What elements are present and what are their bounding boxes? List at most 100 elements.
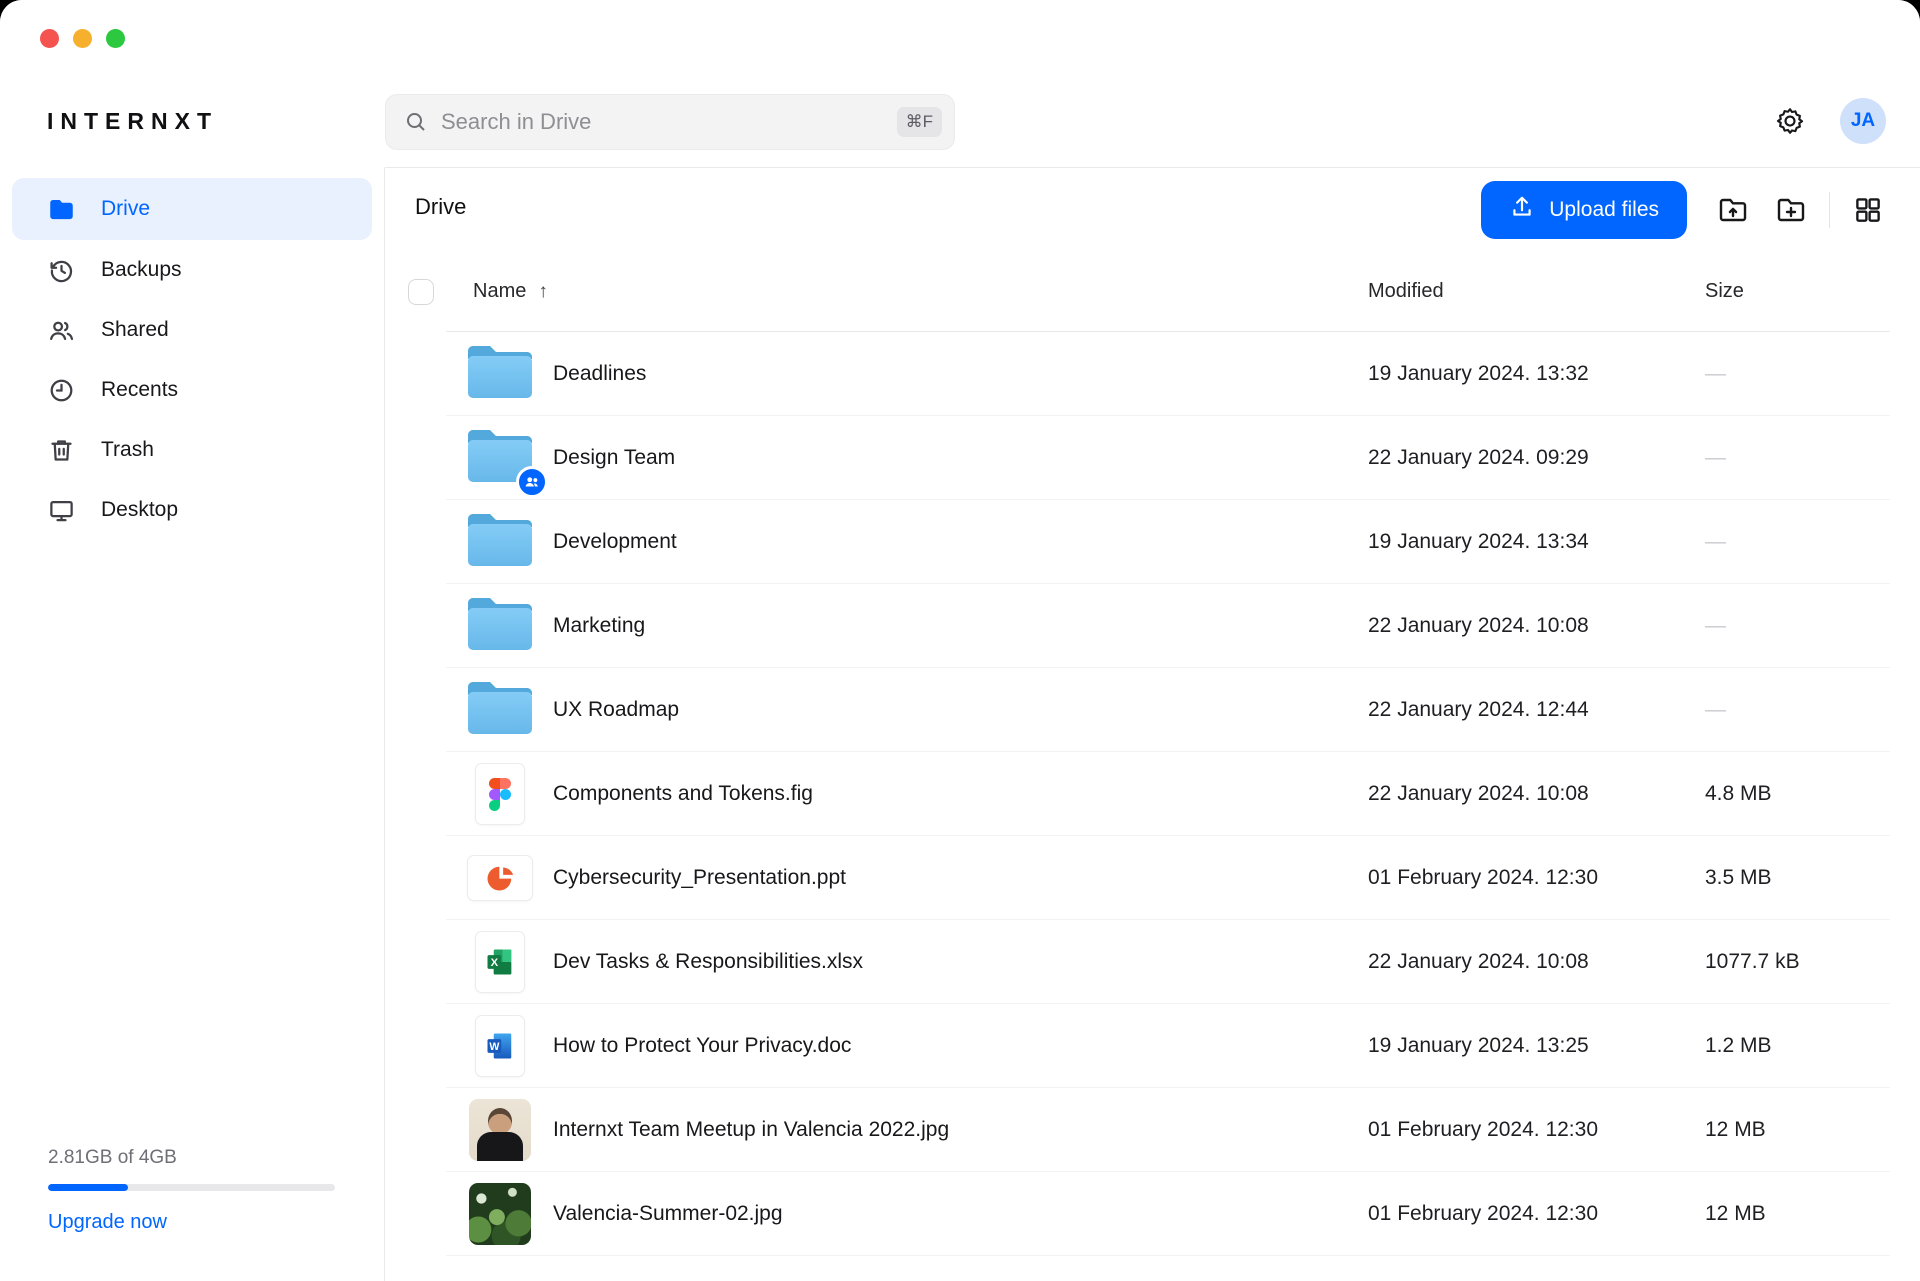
file-name: Design Team (553, 446, 675, 470)
table-row[interactable]: W How to Protect Your Privacy.doc 19 Jan… (408, 1004, 1890, 1088)
table-row[interactable]: Marketing 22 January 2024. 10:08 — (408, 584, 1890, 668)
table-row[interactable]: Components and Tokens.fig 22 January 202… (408, 752, 1890, 836)
page-title: Drive (415, 194, 466, 220)
settings-gear-icon[interactable] (1768, 99, 1812, 143)
table-row[interactable]: UX Roadmap 22 January 2024. 12:44 — (408, 668, 1890, 752)
sidebar-item-backups[interactable]: Backups (12, 240, 372, 300)
file-size: 12 MB (1705, 1118, 1766, 1142)
file-modified: 19 January 2024. 13:25 (1368, 1034, 1589, 1058)
column-header-size[interactable]: Size (1705, 280, 1744, 303)
file-size: — (1705, 614, 1726, 638)
table-row[interactable]: Deadlines 19 January 2024. 13:32 — (408, 332, 1890, 416)
file-size: — (1705, 530, 1726, 554)
table-row[interactable]: Internxt Team Meetup in Valencia 2022.jp… (408, 1088, 1890, 1172)
file-size: 4.8 MB (1705, 782, 1772, 806)
upload-files-button[interactable]: Upload files (1481, 181, 1687, 239)
file-size: — (1705, 698, 1726, 722)
excel-file-icon: X (475, 931, 525, 993)
internxt-logo: INTERNXT (47, 108, 218, 135)
file-modified: 01 February 2024. 12:30 (1368, 1118, 1598, 1142)
file-size: 1.2 MB (1705, 1034, 1772, 1058)
sidebar-item-label: Shared (101, 318, 169, 342)
clock-icon (48, 377, 75, 404)
column-header-modified[interactable]: Modified (1368, 280, 1444, 303)
history-icon (48, 257, 75, 284)
word-file-icon: W (475, 1015, 525, 1077)
folder-icon (464, 511, 536, 574)
file-name: Cybersecurity_Presentation.ppt (553, 866, 846, 890)
people-icon (48, 317, 75, 344)
sidebar-item-label: Desktop (101, 498, 178, 522)
new-folder-icon[interactable] (1769, 188, 1813, 232)
minimize-window-button[interactable] (73, 29, 92, 48)
sidebar-item-trash[interactable]: Trash (12, 420, 372, 480)
search-icon (402, 109, 429, 136)
powerpoint-file-icon (467, 855, 533, 901)
file-modified: 19 January 2024. 13:34 (1368, 530, 1589, 554)
file-name: Components and Tokens.fig (553, 782, 813, 806)
sidebar-item-label: Recents (101, 378, 178, 402)
file-modified: 22 January 2024. 10:08 (1368, 614, 1589, 638)
sort-ascending-icon: ↑ (538, 281, 548, 303)
close-window-button[interactable] (40, 29, 59, 48)
file-name: Valencia-Summer-02.jpg (553, 1202, 783, 1226)
file-modified: 01 February 2024. 12:30 (1368, 1202, 1598, 1226)
main-content: Drive Upload files (386, 167, 1920, 1281)
shared-folder-icon (464, 427, 536, 490)
desktop-icon (48, 497, 75, 524)
upload-folder-icon[interactable] (1711, 188, 1755, 232)
file-modified: 01 February 2024. 12:30 (1368, 866, 1598, 890)
search-placeholder: Search in Drive (441, 109, 897, 135)
file-modified: 19 January 2024. 13:32 (1368, 362, 1589, 386)
file-name: How to Protect Your Privacy.doc (553, 1034, 851, 1058)
file-modified: 22 January 2024. 09:29 (1368, 446, 1589, 470)
table-row[interactable]: X Dev Tasks & Responsibilities.xlsx 22 J… (408, 920, 1890, 1004)
zoom-window-button[interactable] (106, 29, 125, 48)
file-table: Name ↑ Modified Size Deadlines 19 Januar… (408, 252, 1890, 1256)
file-name: Marketing (553, 614, 645, 638)
table-row[interactable]: Cybersecurity_Presentation.ppt 01 Februa… (408, 836, 1890, 920)
sidebar: Drive Backups Shared Recents Trash Deskt… (0, 167, 385, 1281)
file-name: Internxt Team Meetup in Valencia 2022.jp… (553, 1118, 949, 1142)
column-header-name[interactable]: Name ↑ (473, 280, 548, 303)
grid-view-icon[interactable] (1846, 188, 1890, 232)
folder-icon (464, 679, 536, 742)
trash-icon (48, 437, 75, 464)
window-controls (40, 29, 125, 48)
photo-thumbnail (469, 1099, 531, 1161)
app-window: INTERNXT Search in Drive ⌘F JA Drive (0, 0, 1920, 1281)
select-all-checkbox[interactable] (408, 279, 434, 305)
upgrade-now-link[interactable]: Upgrade now (48, 1211, 167, 1234)
upload-icon (1509, 194, 1535, 226)
svg-text:W: W (489, 1041, 499, 1053)
file-size: 12 MB (1705, 1202, 1766, 1226)
avatar[interactable]: JA (1840, 98, 1886, 144)
storage-widget: 2.81GB of 4GB Upgrade now (48, 1147, 335, 1234)
sidebar-item-desktop[interactable]: Desktop (12, 480, 372, 540)
table-header: Name ↑ Modified Size (408, 252, 1890, 332)
folder-icon (464, 343, 536, 406)
file-name: Deadlines (553, 362, 646, 386)
search-input[interactable]: Search in Drive ⌘F (385, 94, 955, 150)
folder-icon (464, 595, 536, 658)
svg-text:X: X (491, 957, 499, 969)
shared-users-badge (516, 466, 548, 498)
file-name: Development (553, 530, 677, 554)
upload-files-label: Upload files (1549, 198, 1659, 222)
table-row[interactable]: Design Team 22 January 2024. 09:29 — (408, 416, 1890, 500)
figma-file-icon (475, 763, 525, 825)
sidebar-item-shared[interactable]: Shared (12, 300, 372, 360)
file-size: — (1705, 362, 1726, 386)
sidebar-item-recents[interactable]: Recents (12, 360, 372, 420)
file-name: Dev Tasks & Responsibilities.xlsx (553, 950, 863, 974)
file-modified: 22 January 2024. 12:44 (1368, 698, 1589, 722)
sidebar-item-drive[interactable]: Drive (12, 178, 372, 240)
file-size: 1077.7 kB (1705, 950, 1800, 974)
sidebar-item-label: Drive (101, 197, 150, 221)
top-bar: INTERNXT Search in Drive ⌘F JA (0, 0, 1920, 167)
file-modified: 22 January 2024. 10:08 (1368, 782, 1589, 806)
table-row[interactable]: Valencia-Summer-02.jpg 01 February 2024.… (408, 1172, 1890, 1256)
file-size: 3.5 MB (1705, 866, 1772, 890)
table-row[interactable]: Development 19 January 2024. 13:34 — (408, 500, 1890, 584)
toolbar-divider (1829, 192, 1830, 228)
